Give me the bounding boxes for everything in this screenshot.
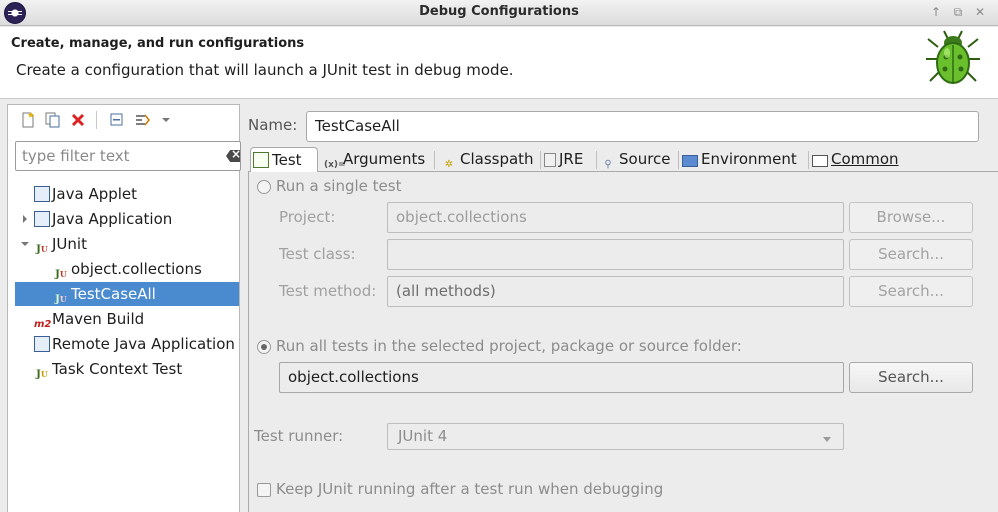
tab-environment[interactable]: Environment	[680, 147, 797, 171]
tree-item-label: Java Application	[52, 210, 173, 228]
junit-icon: JU	[55, 269, 67, 280]
tree-item-java-applet[interactable]: Java Applet	[34, 182, 137, 206]
window-title: Debug Configurations	[419, 4, 579, 19]
keep-junit-running-label: Keep JUnit running after a test run when…	[276, 480, 664, 498]
expand-twisty-icon[interactable]	[20, 214, 30, 224]
tree-item-remote-java-application[interactable]: Remote Java Application	[34, 332, 235, 356]
tree-item-maven-build[interactable]: m2Maven Build	[34, 307, 144, 331]
browse-button[interactable]: Browse...	[849, 202, 973, 233]
run-all-tests-label: Run all tests in the selected project, p…	[276, 337, 742, 355]
toolbar-divider	[96, 111, 97, 129]
tab-divider	[596, 151, 597, 169]
test-class-label: Test class:	[279, 245, 356, 263]
configuration-list-panel: Java Applet Java Application JU JUnit JU o…	[7, 104, 241, 512]
dropdown-chevron-icon	[823, 437, 831, 442]
tab-divider	[808, 151, 809, 169]
header-banner: Create, manage, and run configurations C…	[0, 27, 998, 99]
tree-item-testcaseall[interactable]: JU TestCaseAll	[15, 282, 239, 306]
tab-label: Arguments	[343, 150, 426, 168]
arguments-icon: (x)=	[324, 160, 346, 170]
clear-filter-icon[interactable]	[226, 150, 240, 162]
banner-description: Create a configuration that will launch …	[16, 61, 514, 79]
tab-jre[interactable]: JRE	[542, 147, 583, 171]
collapse-all-icon[interactable]	[109, 112, 125, 128]
tab-label: Source	[619, 150, 671, 168]
tab-source[interactable]: ⚲ Source	[598, 147, 671, 171]
tree-item-label: TestCaseAll	[71, 285, 156, 303]
test-tab-icon	[253, 152, 269, 168]
tree-item-label: Task Context Test	[52, 360, 183, 378]
duplicate-icon[interactable]	[45, 112, 61, 128]
close-icon[interactable]: ✕	[972, 4, 988, 20]
tab-common[interactable]: Common	[810, 147, 899, 171]
left-toolbar	[8, 105, 239, 135]
tab-label: Environment	[701, 150, 797, 168]
tree-item-object-collections[interactable]: JU object.collections	[53, 257, 202, 281]
view-menu-chevron-icon[interactable]	[158, 112, 174, 128]
classpath-icon: ✲	[444, 159, 454, 170]
filter-input[interactable]	[22, 143, 212, 169]
java-application-icon	[34, 211, 50, 227]
project-label: Project:	[279, 208, 336, 226]
run-single-test-radio[interactable]	[257, 180, 271, 194]
test-method-search-button[interactable]: Search...	[849, 276, 973, 307]
maximize-icon[interactable]: ⧉	[950, 4, 966, 20]
test-method-label: Test method:	[279, 282, 377, 300]
minimize-icon[interactable]: ↑	[928, 4, 944, 20]
tree-item-label: Remote Java Application	[52, 335, 235, 353]
tab-test[interactable]: Test	[250, 147, 318, 172]
tab-classpath[interactable]: ✲ Classpath	[439, 147, 534, 171]
tab-label: Test	[272, 151, 302, 169]
environment-icon	[682, 155, 698, 167]
task-context-icon: JU	[36, 369, 48, 380]
run-all-tests-radio[interactable]	[257, 340, 271, 354]
test-runner-label: Test runner:	[254, 427, 344, 445]
debug-bug-icon	[926, 30, 980, 84]
container-search-button[interactable]: Search...	[849, 362, 973, 393]
tab-label: Classpath	[460, 150, 534, 168]
tree-item-label: JUnit	[52, 235, 87, 253]
maven-icon: m2	[34, 319, 52, 330]
name-input[interactable]: TestCaseAll	[306, 111, 979, 142]
tab-label: Common	[831, 150, 899, 168]
tree-item-label: object.collections	[71, 260, 202, 278]
filter-input-box	[15, 141, 241, 171]
collapse-twisty-icon[interactable]	[20, 239, 30, 249]
tree-item-task-context-test[interactable]: JU Task Context Test	[34, 357, 182, 381]
test-class-field[interactable]	[387, 239, 844, 270]
remote-java-icon	[34, 336, 50, 352]
banner-heading: Create, manage, and run configurations	[11, 36, 305, 51]
project-field[interactable]: object.collections	[387, 202, 844, 233]
tree-item-label: Maven Build	[52, 310, 145, 328]
title-bar: Debug Configurations ↑ ⧉ ✕	[0, 0, 998, 26]
tree-item-java-application[interactable]: Java Application	[34, 207, 172, 231]
tab-divider	[540, 151, 541, 169]
tree-item-label: Java Applet	[52, 185, 138, 203]
test-runner-value: JUnit 4	[398, 427, 448, 445]
filter-icon[interactable]	[135, 112, 151, 128]
keep-junit-running-checkbox[interactable]	[257, 483, 271, 497]
junit-icon: JU	[36, 244, 48, 255]
tab-divider	[678, 151, 679, 169]
tab-divider	[434, 151, 435, 169]
test-runner-select[interactable]: JUnit 4	[387, 423, 844, 450]
new-configuration-icon[interactable]	[20, 112, 36, 128]
name-label: Name:	[248, 116, 298, 134]
jre-icon	[544, 153, 556, 167]
run-single-test-label: Run a single test	[276, 177, 402, 195]
tab-arguments[interactable]: (x)=Arguments	[322, 147, 425, 171]
junit-test-icon: JU	[55, 294, 67, 305]
test-class-search-button[interactable]: Search...	[849, 239, 973, 270]
delete-icon[interactable]	[70, 112, 86, 128]
test-method-field[interactable]: (all methods)	[387, 276, 844, 307]
tab-label: JRE	[559, 150, 584, 168]
container-field[interactable]: object.collections	[279, 362, 844, 393]
java-applet-icon	[34, 186, 50, 202]
source-icon: ⚲	[604, 159, 612, 170]
common-icon	[812, 155, 828, 167]
tree-item-junit[interactable]: JU JUnit	[34, 232, 87, 256]
